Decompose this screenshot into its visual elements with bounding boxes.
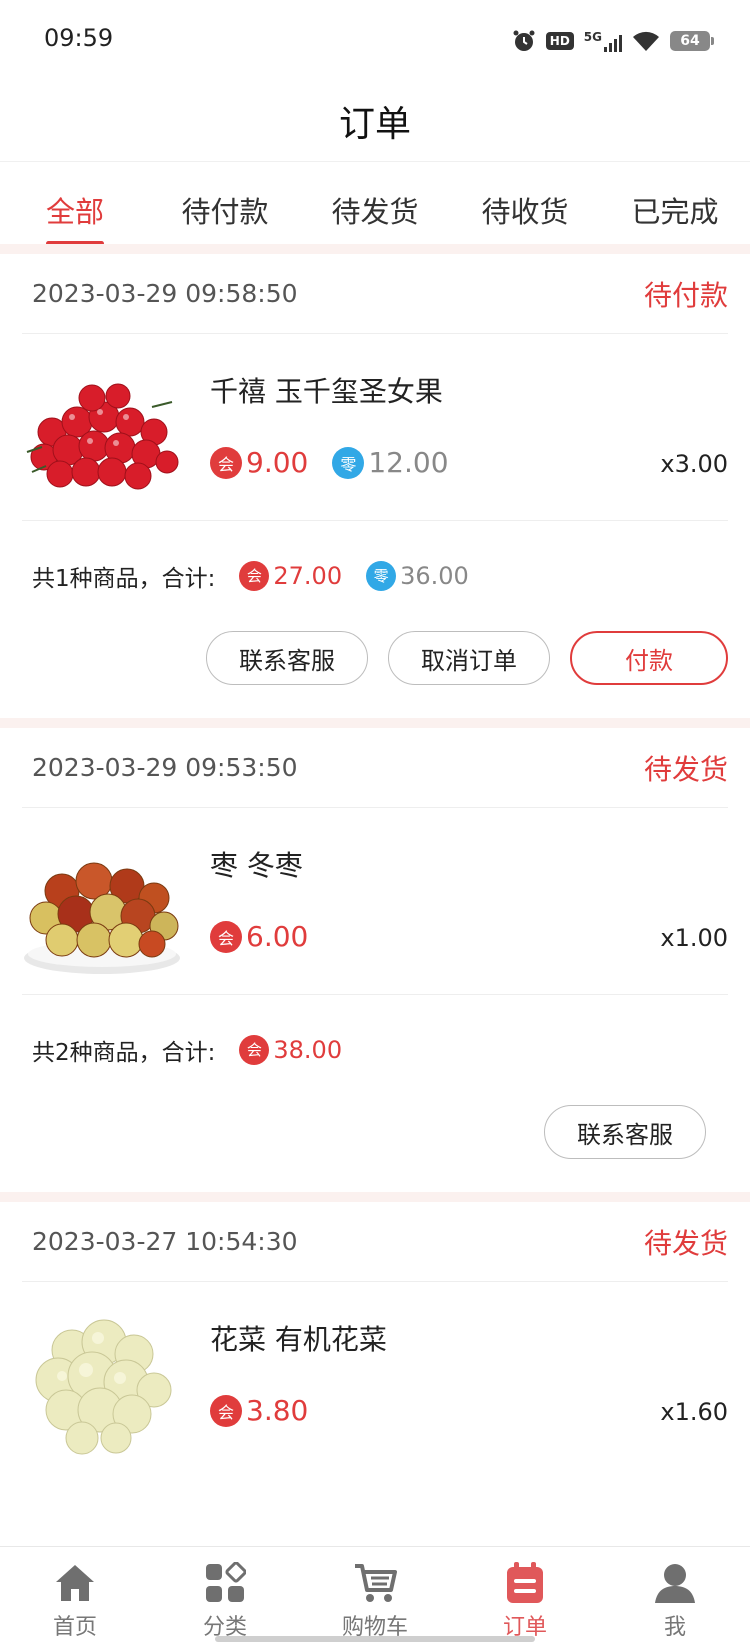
member-total: 会 27.00: [239, 560, 343, 591]
home-indicator[interactable]: [215, 1636, 535, 1642]
member-badge-icon: 会: [239, 1034, 270, 1065]
order-actions: 联系客服: [544, 1105, 706, 1159]
nav-home-label: 首页: [52, 1615, 97, 1640]
summary-label: 共2种商品，合计:: [32, 1039, 216, 1066]
section-divider: [0, 718, 750, 728]
product-name: 千禧 玉千玺圣女果: [210, 375, 443, 408]
order-product[interactable]: 千禧 玉千玺圣女果 会 9.00 零 12.00 x3.00: [22, 334, 728, 534]
page-title: 订单: [338, 103, 411, 145]
retail-price: 零 12.00: [332, 446, 449, 479]
hd-icon: HD: [545, 32, 574, 50]
member-total-value: 27.00: [273, 561, 343, 590]
order-card[interactable]: 2023-03-29 09:53:50 待发货 枣 冬枣 会 6.00 x1.0…: [0, 728, 750, 1192]
bottom-nav: 首页 分类 购物车 订单 我: [0, 1546, 750, 1650]
product-image-cherry-tomatoes: [26, 383, 179, 490]
member-badge-icon: 会: [210, 446, 242, 479]
retail-total: 零 36.00: [366, 560, 469, 591]
order-status: 待付款: [643, 278, 728, 312]
product-prices: 会 9.00 零 12.00: [210, 446, 449, 479]
product-quantity: x1.00: [660, 924, 728, 952]
wifi-icon: [632, 30, 660, 52]
retail-badge-icon: 零: [366, 560, 397, 591]
cancel-order-button[interactable]: 取消订单: [388, 631, 550, 685]
network-type: 5G: [583, 30, 602, 44]
nav-home[interactable]: 首页: [0, 1547, 150, 1650]
retail-price-value: 12.00: [368, 446, 449, 479]
order-header: 2023-03-27 10:54:30 待发货: [22, 1202, 728, 1282]
member-price: 会 9.00: [210, 446, 308, 479]
member-total: 会 38.00: [239, 1034, 343, 1065]
product-name: 枣 冬枣: [210, 849, 303, 882]
order-card[interactable]: 2023-03-27 10:54:30 待发货 花菜 有机花菜 会 3.80 x…: [0, 1202, 750, 1546]
order-product[interactable]: 花菜 有机花菜 会 3.80 x1.60: [22, 1282, 728, 1482]
category-icon: [203, 1561, 247, 1605]
contact-service-button[interactable]: 联系客服: [206, 631, 368, 685]
product-name: 花菜 有机花菜: [210, 1323, 387, 1356]
alarm-icon: [512, 29, 536, 53]
order-summary: 共1种商品，合计: 会 27.00 零 36.00: [22, 520, 728, 630]
home-icon: [53, 1561, 97, 1605]
product-image-cauliflower: [35, 1319, 172, 1455]
nav-category[interactable]: 分类: [150, 1547, 300, 1650]
order-date: 2023-03-29 09:58:50: [32, 279, 298, 308]
order-product[interactable]: 枣 冬枣 会 6.00 x1.00: [22, 808, 728, 1008]
order-status: 待发货: [643, 1226, 728, 1260]
contact-service-button[interactable]: 联系客服: [544, 1105, 706, 1159]
section-divider: [0, 1192, 750, 1202]
signal-icon: 5G: [584, 30, 622, 52]
order-summary: 共2种商品，合计: 会 38.00: [22, 994, 728, 1104]
battery-icon: 64: [670, 31, 714, 51]
product-prices: 会 6.00: [210, 920, 308, 953]
member-price: 会 6.00: [210, 920, 308, 953]
nav-profile-label: 我: [663, 1615, 686, 1640]
order-date: 2023-03-29 09:53:50: [32, 753, 298, 782]
product-image-jujubes: [24, 862, 180, 974]
nav-cart[interactable]: 购物车: [300, 1547, 450, 1650]
summary-label: 共1种商品，合计:: [32, 565, 216, 592]
order-card[interactable]: 2023-03-29 09:58:50 待付款 千禧 玉千玺圣女果 会 9.00…: [0, 254, 750, 718]
order-status: 待发货: [643, 752, 728, 786]
member-price: 会 3.80: [210, 1394, 308, 1427]
section-divider: [0, 244, 750, 254]
order-date: 2023-03-27 10:54:30: [32, 1227, 298, 1256]
member-price-value: 9.00: [246, 446, 309, 479]
nav-profile[interactable]: 我: [600, 1547, 750, 1650]
product-prices: 会 3.80: [210, 1394, 308, 1427]
member-badge-icon: 会: [210, 1394, 242, 1427]
retail-badge-icon: 零: [332, 446, 365, 479]
orders-icon: [503, 1561, 547, 1605]
member-badge-icon: 会: [239, 560, 270, 591]
member-price-value: 6.00: [246, 920, 309, 953]
order-header: 2023-03-29 09:53:50 待发货: [22, 728, 728, 808]
member-price-value: 3.80: [246, 1394, 309, 1427]
order-actions: 联系客服 取消订单 付款: [206, 631, 728, 685]
status-time: 09:59: [44, 24, 114, 52]
retail-total-value: 36.00: [400, 561, 469, 590]
order-header: 2023-03-29 09:58:50 待付款: [22, 254, 728, 334]
product-quantity: x1.60: [660, 1398, 728, 1426]
user-icon: [653, 1561, 697, 1605]
status-icons: HD 5G 64: [512, 26, 714, 56]
member-badge-icon: 会: [210, 920, 242, 953]
member-total-value: 38.00: [273, 1035, 343, 1064]
nav-orders[interactable]: 订单: [450, 1547, 600, 1650]
product-quantity: x3.00: [660, 450, 728, 478]
status-bar: 09:59 HD 5G 64: [0, 0, 750, 80]
page-header: 订单: [0, 80, 750, 162]
pay-button[interactable]: 付款: [570, 631, 728, 685]
cart-icon: [353, 1561, 397, 1605]
